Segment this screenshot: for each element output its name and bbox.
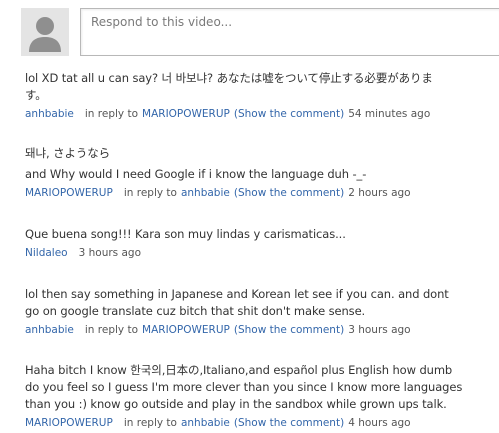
respond-box[interactable] <box>80 8 499 56</box>
comment: lol then say something in Japanese and K… <box>25 286 495 338</box>
comment-text: Haha bitch I know 한국의,日本の,Italiano,and e… <box>25 363 453 377</box>
comment-time: 4 hours ago <box>348 417 411 429</box>
comment-meta: Nildaleo 3 hours ago <box>25 246 495 261</box>
comment-author-link[interactable]: anhbabie <box>25 108 74 120</box>
comment-time: 3 hours ago <box>348 324 411 336</box>
show-comment-link[interactable]: (Show the comment) <box>234 417 344 429</box>
comment-author-link[interactable]: Nildaleo <box>25 247 68 259</box>
comment-text: lol then say something in Japanese and K… <box>25 287 449 301</box>
comment-text: 돼냐, さようなら <box>25 146 111 160</box>
comment-author-link[interactable]: MARIOPOWERUP <box>25 187 113 199</box>
show-comment-link[interactable]: (Show the comment) <box>234 324 344 336</box>
respond-area <box>0 0 499 62</box>
in-reply-to-label: in reply to <box>123 417 177 429</box>
comment: 돼냐, さようなら and Why would I need Google if… <box>25 145 495 201</box>
in-reply-to-label: in reply to <box>123 187 177 199</box>
user-avatar-icon <box>21 8 69 56</box>
show-comment-link[interactable]: (Show the comment) <box>234 187 344 199</box>
in-reply-to-label: in reply to <box>84 324 139 336</box>
reply-user-link[interactable]: MARIOPOWERUP <box>142 108 230 120</box>
comment-meta: anhbabie in reply to MARIOPOWERUP (Show the… <box>25 323 495 338</box>
comment-text: do you feel so I guess I'm more clever t… <box>25 380 463 394</box>
comment-text: lol XD tat all u can say? 너 바보냐? あなたは嘘をつ… <box>25 71 433 85</box>
comment-meta: MARIOPOWERUP in reply to anhbabie (Show the… <box>25 416 495 431</box>
reply-user-link[interactable]: MARIOPOWERUP <box>142 324 230 336</box>
show-comment-link[interactable]: (Show the comment) <box>234 108 344 120</box>
comment-author-link[interactable]: anhbabie <box>25 324 74 336</box>
comment-text: Que buena song!!! Kara son muy lindas y … <box>25 227 346 241</box>
comment: lol XD tat all u can say? 너 바보냐? あなたは嘘をつ… <box>25 70 495 122</box>
reply-user-link[interactable]: anhbabie <box>181 187 230 199</box>
in-reply-to-label: in reply to <box>84 108 139 120</box>
comment-time: 54 minutes ago <box>348 108 431 120</box>
comment-meta: anhbabie in reply to MARIOPOWERUP (Show the… <box>25 107 495 122</box>
comment: Haha bitch I know 한국의,日本の,Italiano,and e… <box>25 362 495 431</box>
respond-input[interactable] <box>81 9 499 55</box>
comment-time: 3 hours ago <box>78 247 141 259</box>
comment-meta: MARIOPOWERUP in reply to anhbabie (Show the… <box>25 186 495 201</box>
comment-text: and Why would I need Google if i know th… <box>25 167 367 181</box>
comment-text: than you :) know go outside and play in … <box>25 397 447 411</box>
comment: Que buena song!!! Kara son muy lindas y … <box>25 226 495 261</box>
reply-user-link[interactable]: anhbabie <box>181 417 230 429</box>
comment-author-link[interactable]: MARIOPOWERUP <box>25 417 113 429</box>
comment-time: 2 hours ago <box>348 187 411 199</box>
comment-text: go on google translate cuz bitch that sh… <box>25 304 366 318</box>
comment-text: す。 <box>25 88 47 102</box>
